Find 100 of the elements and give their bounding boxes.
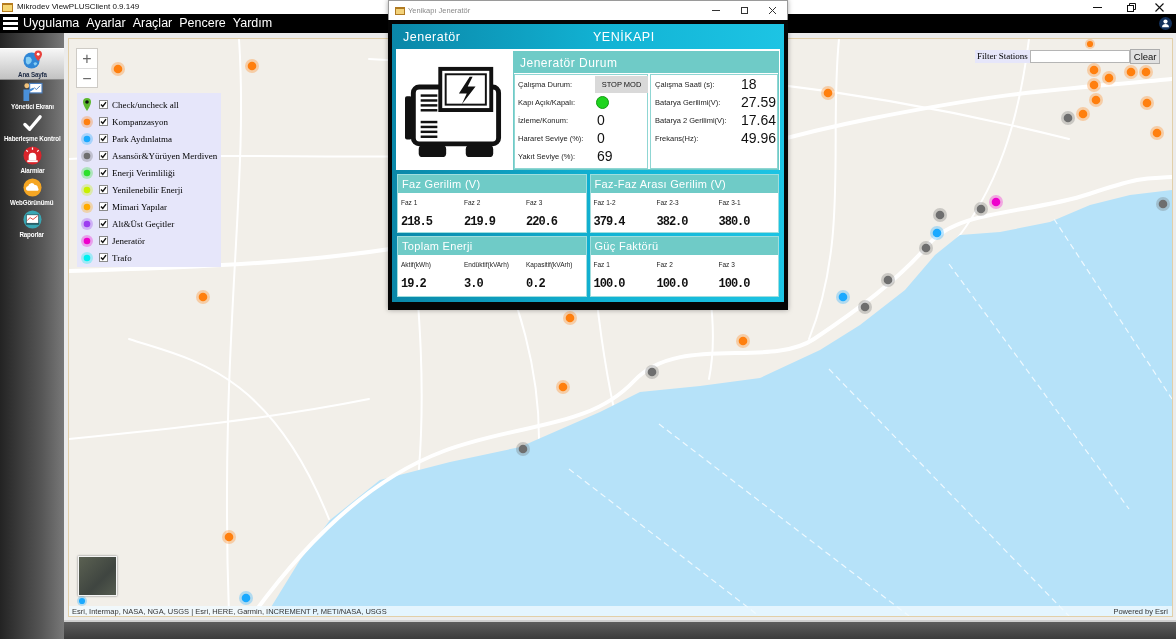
map-marker-icon[interactable] [1085,39,1095,49]
map-marker-icon[interactable] [1102,71,1116,85]
station-name: YENİKAPI [593,29,656,44]
map-marker-icon[interactable] [1124,65,1138,79]
map-marker-icon[interactable] [1087,78,1101,92]
map-marker-icon[interactable] [881,273,895,287]
map-marker-icon[interactable] [1156,197,1170,211]
sidebar-item[interactable]: Alarmlar [0,144,64,176]
map-marker-icon[interactable] [196,290,210,304]
panel-header: Toplam Enerji [398,237,586,255]
menu-icon[interactable] [3,17,18,30]
checkbox[interactable] [99,117,108,126]
layer-label: Alt&Üst Geçitler [112,217,175,230]
close-icon[interactable] [769,7,776,14]
panel-header: Faz-Faz Arası Gerilim (V) [590,175,778,193]
clear-button[interactable]: Clear [1129,49,1161,64]
map-marker-icon[interactable] [563,311,577,325]
map-marker-icon[interactable] [239,591,253,605]
status-value: 17.64 [740,112,777,128]
checkbox[interactable] [99,253,108,262]
menu-item[interactable]: Uygulama [23,16,80,31]
map-marker-icon[interactable] [836,290,850,304]
map-marker-icon[interactable] [1139,65,1153,79]
photo-placeholder[interactable] [78,556,117,596]
maximize-icon[interactable] [741,7,748,14]
layer-label: Park Aydınlatma [112,132,172,145]
measurement-value: 382.0 [656,215,688,229]
globe-pin-icon [21,50,43,69]
checkbox[interactable] [99,236,108,245]
panel-header: Güç Faktörü [590,237,778,255]
measurement-value: 380.0 [718,215,750,229]
close-icon[interactable] [1155,2,1164,12]
measurement-value: 100.0 [718,277,750,291]
measurement-value: 19.2 [401,277,426,291]
window-heading: Jeneratör [403,29,462,44]
map-marker-icon[interactable] [930,226,944,240]
map-marker-icon[interactable] [919,241,933,255]
map-marker-icon[interactable] [736,334,750,348]
checkbox[interactable] [99,151,108,160]
filter-label: Filter Stations [975,50,1030,63]
status-value: 0 [596,112,605,128]
checkbox[interactable] [99,219,108,228]
menu-item[interactable]: Pencere [179,16,226,31]
checkbox[interactable] [99,134,108,143]
map-marker-icon[interactable] [1150,126,1164,140]
sidebar-item[interactable]: Raporlar [0,208,64,240]
map-marker-icon[interactable] [1076,107,1090,121]
zoom-out-button[interactable]: − [77,68,97,87]
status-value: 69 [596,148,613,164]
map-marker-icon[interactable] [77,596,87,606]
layer-label: Mimari Yapılar [112,200,167,213]
map-marker-icon[interactable] [1140,96,1154,110]
map-marker-icon[interactable] [222,530,236,544]
menu-item[interactable]: Araçlar [132,16,173,31]
map-marker-icon[interactable] [111,62,125,76]
map-marker-icon[interactable] [645,365,659,379]
filter-field[interactable] [1029,50,1130,63]
measurement-value: 100.0 [656,277,688,291]
cloud-icon [21,178,43,197]
menu-item[interactable]: Yardım [232,16,273,31]
sidebar-item[interactable]: Ana Sayfa [0,48,64,80]
app-icon [395,6,405,15]
restore-icon[interactable] [1127,2,1136,12]
user-icon[interactable] [1159,17,1172,30]
minimize-icon[interactable] [1093,6,1102,8]
layer-label: Trafo [112,251,132,264]
map-marker-icon[interactable] [556,380,570,394]
map-marker-icon[interactable] [989,195,1003,209]
sidebar-item[interactable]: Haberleşme Kontrol [0,112,64,144]
map-marker-icon[interactable] [858,300,872,314]
measurement-value: 220.6 [526,215,557,229]
measurement-value: 219.9 [464,215,495,229]
layer-label: Asansör&Yürüyen Merdiven [112,149,218,162]
map-marker-icon[interactable] [516,442,530,456]
sidebar-item[interactable]: WebGörünümü [0,176,64,208]
measurement-value: 0.2 [526,277,545,291]
map-marker-icon[interactable] [245,59,259,73]
map-marker-icon[interactable] [1087,63,1101,77]
zoom-in-button[interactable]: + [77,49,97,68]
checkbox[interactable] [99,100,108,109]
checkbox[interactable] [99,168,108,177]
map-marker-icon[interactable] [933,208,947,222]
map-marker-icon[interactable] [1061,111,1075,125]
layer-label: Jeneratör [112,234,145,247]
menu-item[interactable]: Ayarlar [86,16,126,31]
panel-header: Faz Gerilim (V) [398,175,586,193]
map-marker-icon[interactable] [974,202,988,216]
map-marker-icon[interactable] [821,86,835,100]
checkbox[interactable] [99,185,108,194]
map-marker-icon[interactable] [1089,93,1103,107]
measurement-value: 3.0 [464,277,483,291]
layer-label: Enerji Verimliliği [112,166,176,179]
status-value: 0 [596,130,605,146]
status-value: 27.59 [740,94,777,110]
checkbox[interactable] [99,202,108,211]
layer-label: Kompanzasyon [112,115,168,128]
sidebar-item[interactable]: Yönetici Ekranı [0,80,64,112]
monitor-chart-icon [21,210,43,229]
siren-icon [21,146,43,165]
generator-icon [405,66,503,158]
